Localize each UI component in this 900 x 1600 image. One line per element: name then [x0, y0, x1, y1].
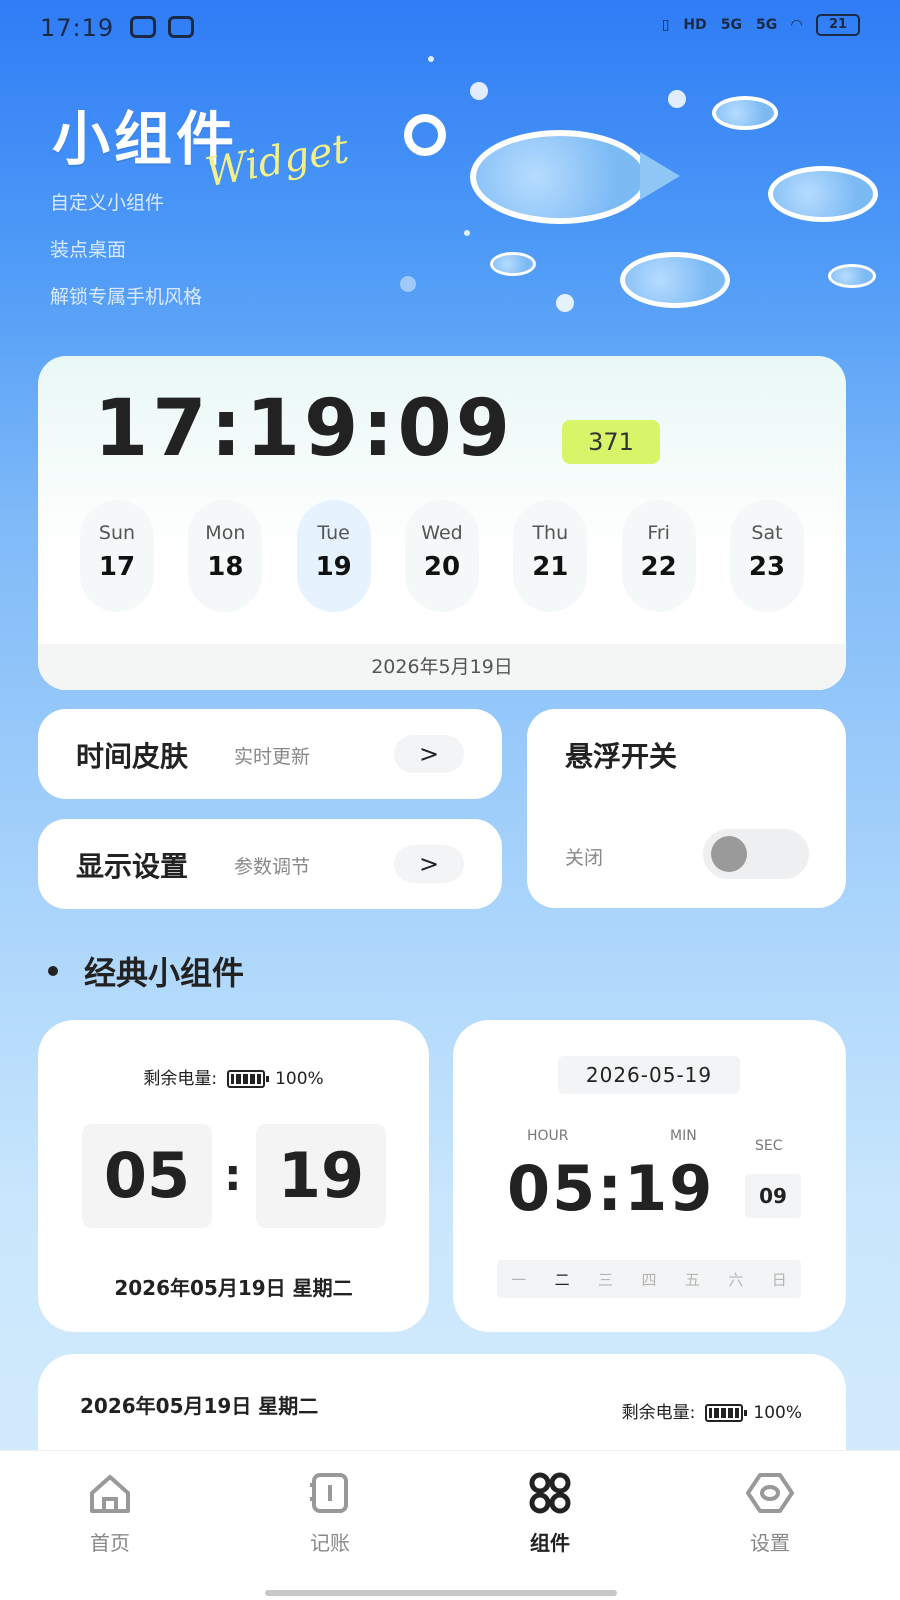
widget2-date: 2026-05-19 [558, 1056, 740, 1094]
time-skin-subtitle: 实时更新 [234, 746, 311, 768]
battery-value: 100% [275, 1069, 324, 1089]
float-switch-title: 悬浮开关 [565, 740, 678, 773]
time-colon: : [224, 1150, 242, 1201]
widgets-icon [529, 1472, 571, 1514]
hero-line-1: 自定义小组件 [50, 192, 165, 214]
display-settings-card[interactable]: 显示设置 参数调节 > [38, 819, 502, 909]
weekday-strip: 一 二 三 四 五 六 日 [497, 1260, 801, 1298]
widget-digital-clock[interactable]: 2026-05-19 HOUR MIN SEC 05:19 09 一 二 三 四… [453, 1020, 846, 1332]
widget3-date: 2026年05月19日 星期二 [80, 1394, 319, 1418]
widget1-date: 2026年05月19日 星期二 [114, 1276, 353, 1300]
battery-label: 剩余电量: [143, 1069, 218, 1089]
day-pill-fri: Fri 22 [621, 500, 696, 612]
toggle-knob [711, 836, 747, 872]
nav-home[interactable]: 首页 [50, 1471, 170, 1556]
app-notification-icon [168, 16, 194, 38]
nav-widgets[interactable]: 组件 [490, 1471, 610, 1556]
nav-settings-label: 设置 [750, 1531, 790, 1555]
section-bullet [48, 966, 58, 976]
clock-badge: 371 [562, 420, 660, 464]
signal-1: 5G [720, 17, 742, 33]
home-indicator[interactable] [265, 1590, 617, 1596]
nav-ledger[interactable]: 记账 [270, 1471, 390, 1556]
section-title: 经典小组件 [84, 954, 245, 992]
widget2-seconds: 09 [745, 1174, 801, 1218]
day-pill-wed: Wed 20 [404, 500, 479, 612]
bottom-nav: 首页 记账 组件 设置 [0, 1450, 900, 1600]
minute-box: 19 [256, 1124, 386, 1228]
clock-time: 17:19:09 [94, 384, 515, 474]
ledger-icon [310, 1473, 348, 1513]
nav-widgets-label: 组件 [530, 1531, 570, 1555]
widget-flip-clock[interactable]: 剩余电量: 100% 05 : 19 2026年05月19日 星期二 [38, 1020, 429, 1332]
hd-icon: HD [683, 17, 707, 33]
battery-value: 100% [753, 1403, 802, 1423]
time-skin-arrow-button[interactable]: > [394, 735, 464, 773]
battery-label: 剩余电量: [621, 1403, 696, 1423]
day-pill-mon: Mon 18 [188, 500, 263, 612]
widget3-battery: 剩余电量: 100% [622, 1398, 802, 1423]
week-strip: Sun 17 Mon 18 Tue 19 Wed 20 Thu 21 Fri 2… [80, 500, 804, 612]
day-pill-thu: Thu 21 [513, 500, 588, 612]
sec-label: SEC [755, 1138, 783, 1154]
battery-icon [227, 1070, 270, 1088]
float-switch-card: 悬浮开关 关闭 [527, 709, 846, 908]
weekday-tue-current: 二 [554, 1270, 570, 1289]
home-icon [90, 1475, 130, 1513]
status-time: 17:19 [40, 14, 115, 42]
widget2-time: 05:19 [507, 1152, 715, 1225]
float-toggle[interactable] [703, 829, 809, 879]
weekday-fri: 五 [684, 1270, 700, 1289]
battery-icon [705, 1404, 748, 1422]
nav-ledger-label: 记账 [310, 1531, 350, 1555]
nav-settings[interactable]: 设置 [710, 1471, 830, 1556]
signal-2: 5G [755, 17, 778, 33]
display-settings-title: 显示设置 [76, 850, 189, 883]
float-switch-status: 关闭 [565, 847, 604, 869]
status-bar: 17:19 ▯ HD 5G 5G ◠ 21 [0, 0, 900, 56]
time-skin-title: 时间皮肤 [76, 740, 189, 773]
clock-date: 2026年5月19日 [38, 644, 846, 690]
display-settings-arrow-button[interactable]: > [394, 845, 464, 883]
weekday-thu: 四 [641, 1270, 657, 1289]
vibrate-icon: ▯ [661, 17, 670, 33]
min-label: MIN [670, 1128, 697, 1144]
day-pill-sun: Sun 17 [80, 500, 154, 612]
nav-home-label: 首页 [90, 1531, 130, 1555]
day-pill-sat: Sat 23 [729, 500, 804, 612]
hero-line-3: 解锁专属手机风格 [50, 286, 203, 308]
battery-indicator: 21 [816, 14, 860, 36]
weekday-sat: 六 [728, 1270, 744, 1289]
sync-icon [130, 16, 156, 38]
hero-line-2: 装点桌面 [50, 239, 127, 261]
weekday-mon: 一 [511, 1270, 527, 1289]
battery-info: 剩余电量: 100% [38, 1064, 429, 1089]
weekday-wed: 三 [598, 1270, 614, 1289]
hour-label: HOUR [527, 1128, 569, 1144]
settings-icon [746, 1473, 794, 1513]
weekday-sun: 日 [771, 1270, 787, 1289]
hour-box: 05 [82, 1124, 212, 1228]
display-settings-subtitle: 参数调节 [234, 856, 311, 878]
day-pill-tue-current: Tue 19 [296, 500, 371, 612]
time-skin-card[interactable]: 时间皮肤 实时更新 > [38, 709, 502, 799]
wifi-icon: ◠ [791, 17, 802, 33]
realtime-clock-card: 17:19:09 371 Sun 17 Mon 18 Tue 19 Wed 20… [38, 356, 846, 690]
